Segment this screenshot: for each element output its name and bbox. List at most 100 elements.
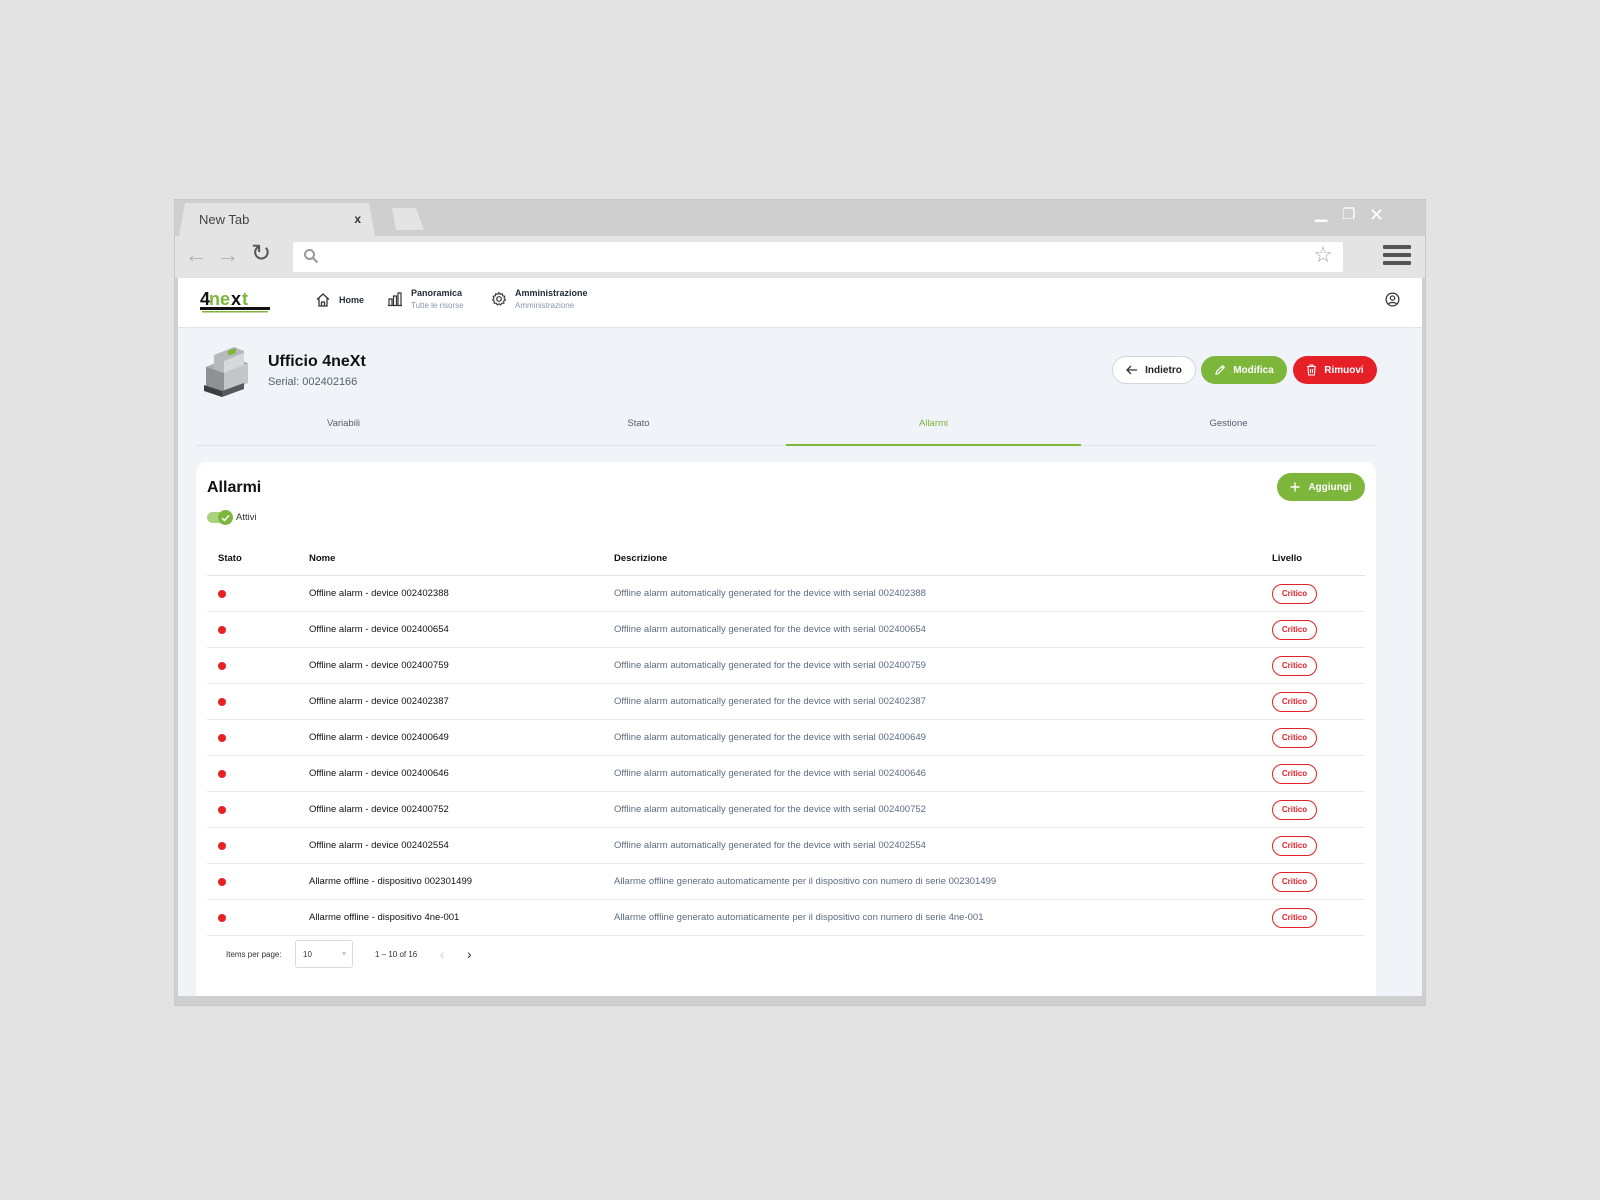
alarm-name: Offline alarm - device 002400654 — [309, 624, 449, 635]
status-cell — [218, 756, 226, 791]
column-header-livello[interactable]: Livello — [1272, 542, 1302, 575]
alarm-description: Offline alarm automatically generated fo… — [614, 804, 926, 815]
remove-button[interactable]: Rimuovi — [1293, 356, 1377, 384]
page-viewport: 4 ne x t Home Panoramica Tutte le risors… — [178, 278, 1422, 996]
active-toggle[interactable]: Attivi — [207, 510, 257, 525]
level-cell: Critico — [1272, 612, 1317, 647]
level-badge: Critico — [1272, 619, 1317, 640]
back-arrow-icon[interactable]: ← — [185, 244, 207, 266]
chevron-down-icon: ▾ — [341, 949, 346, 958]
tab-gestione[interactable]: Gestione — [1081, 410, 1376, 445]
tab-close-button[interactable]: x — [354, 212, 361, 226]
level-cell: Critico — [1272, 828, 1317, 863]
level-cell: Critico — [1272, 720, 1317, 755]
alarm-description: Offline alarm automatically generated fo… — [614, 732, 926, 743]
svg-text:x: x — [231, 289, 241, 309]
nav-panoramica-label: Panoramica — [411, 288, 463, 298]
tab-stato[interactable]: Stato — [491, 410, 786, 445]
plus-icon — [1290, 482, 1300, 492]
alarm-description: Offline alarm automatically generated fo… — [614, 840, 926, 851]
status-dot — [218, 661, 226, 670]
gear-icon — [491, 291, 507, 306]
reload-icon[interactable]: ↻ — [251, 242, 271, 266]
star-icon[interactable]: ☆ — [1313, 244, 1333, 266]
table-row[interactable]: Offline alarm - device 002402554 Offline … — [207, 828, 1365, 864]
alarm-description: Offline alarm automatically generated fo… — [614, 768, 926, 779]
column-header-stato[interactable]: Stato — [218, 542, 242, 575]
forward-arrow-icon[interactable]: → — [217, 244, 239, 266]
table-row[interactable]: Offline alarm - device 002400646 Offline … — [207, 756, 1365, 792]
table-row[interactable]: Offline alarm - device 002402387 Offline … — [207, 684, 1365, 720]
nav-panoramica-sub: Tutte le risorse — [411, 301, 464, 310]
alarm-description: Offline alarm automatically generated fo… — [614, 624, 926, 635]
alarm-name: Allarme offline - dispositivo 002301499 — [309, 876, 473, 887]
table-row[interactable]: Offline alarm - device 002400752 Offline … — [207, 792, 1365, 828]
alarm-description: Allarme offline generato automaticamente… — [614, 876, 997, 887]
toggle-label: Attivi — [236, 512, 257, 523]
nav-home[interactable]: Home — [315, 292, 364, 308]
app-header: 4 ne x t Home Panoramica Tutte le risors… — [178, 278, 1422, 328]
hamburger-icon[interactable] — [1383, 245, 1411, 269]
browser-window: New Tab x ▁ ❐ ✕ ← → ↻ ☆ 4 ne x t Home Pa… — [175, 200, 1425, 1005]
tab-strip: New Tab x ▁ ❐ ✕ — [175, 200, 1425, 236]
device-image — [204, 347, 248, 397]
column-header-descrizione[interactable]: Descrizione — [614, 542, 667, 575]
page-range: 1 – 10 of 16 — [375, 950, 418, 959]
alarm-description: Offline alarm automatically generated fo… — [614, 696, 926, 707]
column-header-nome[interactable]: Nome — [309, 542, 335, 575]
table-row[interactable]: Allarme offline - dispositivo 002301499 A… — [207, 864, 1365, 900]
table-row[interactable]: Offline alarm - device 002400759 Offline … — [207, 648, 1365, 684]
close-window-icon[interactable]: ✕ — [1369, 206, 1384, 224]
minimize-icon[interactable]: ▁ — [1315, 206, 1327, 222]
alarm-name: Offline alarm - device 002400646 — [309, 768, 449, 779]
status-dot — [218, 913, 226, 922]
back-button-label: Indietro — [1145, 364, 1182, 376]
address-bar[interactable]: ☆ — [293, 242, 1343, 272]
add-alarm-label: Aggiungi — [1308, 481, 1352, 493]
level-cell: Critico — [1272, 900, 1317, 935]
items-per-page-select[interactable]: 10 ▾ — [295, 940, 353, 968]
status-dot — [218, 625, 226, 634]
status-cell — [218, 900, 226, 935]
alarm-name: Offline alarm - device 002402387 — [309, 696, 449, 707]
status-dot — [218, 877, 226, 886]
back-button[interactable]: Indietro — [1112, 356, 1196, 384]
level-badge: Critico — [1272, 727, 1317, 748]
toggle-track[interactable] — [207, 510, 233, 525]
chevron-left-icon[interactable]: ‹ — [440, 946, 445, 962]
add-alarm-button[interactable]: Aggiungi — [1277, 473, 1365, 501]
level-cell: Critico — [1272, 792, 1317, 827]
table-header: Stato Nome Descrizione Livello — [207, 542, 1365, 576]
level-cell: Critico — [1272, 648, 1317, 683]
status-dot — [218, 769, 226, 778]
browser-tab[interactable]: New Tab x — [179, 203, 375, 236]
tab-variabili[interactable]: Variabili — [196, 410, 491, 445]
home-icon — [316, 293, 330, 307]
alarm-name: Offline alarm - device 002402554 — [309, 840, 449, 851]
nav-panoramica[interactable]: Panoramica Tutte le risorse — [387, 288, 464, 310]
level-badge: Critico — [1272, 871, 1317, 892]
table-row[interactable]: Allarme offline - dispositivo 4ne-001 All… — [207, 900, 1365, 936]
bar-chart-icon — [388, 292, 402, 307]
chevron-right-icon[interactable]: › — [467, 946, 472, 962]
table-row[interactable]: Offline alarm - device 002402388 Offline … — [207, 576, 1365, 612]
maximize-icon[interactable]: ❐ — [1342, 207, 1355, 222]
table-row[interactable]: Offline alarm - device 002400649 Offline … — [207, 720, 1365, 756]
device-tabs: Variabili Stato Allarmi Gestione — [196, 410, 1376, 446]
brand-logo[interactable]: 4 ne x t — [200, 288, 272, 314]
user-circle-icon[interactable] — [1385, 292, 1400, 307]
nav-amministrazione[interactable]: Amministrazione Amministrazione — [491, 288, 588, 310]
alarm-name: Offline alarm - device 002400759 — [309, 660, 449, 671]
level-badge: Critico — [1272, 907, 1317, 928]
paginator: Items per page: 10 ▾ 1 – 10 of 16 ‹ › — [207, 940, 607, 970]
tab-allarmi[interactable]: Allarmi — [786, 410, 1081, 446]
check-icon — [218, 510, 233, 525]
status-dot — [218, 805, 226, 814]
level-cell: Critico — [1272, 864, 1317, 899]
new-tab-button[interactable] — [388, 208, 424, 230]
table-row[interactable]: Offline alarm - device 002400654 Offline … — [207, 612, 1365, 648]
alarm-name: Offline alarm - device 002402388 — [309, 588, 449, 599]
browser-toolbar: ← → ↻ ☆ — [175, 236, 1425, 278]
alarm-description: Offline alarm automatically generated fo… — [614, 588, 926, 599]
edit-button[interactable]: Modifica — [1201, 356, 1287, 384]
